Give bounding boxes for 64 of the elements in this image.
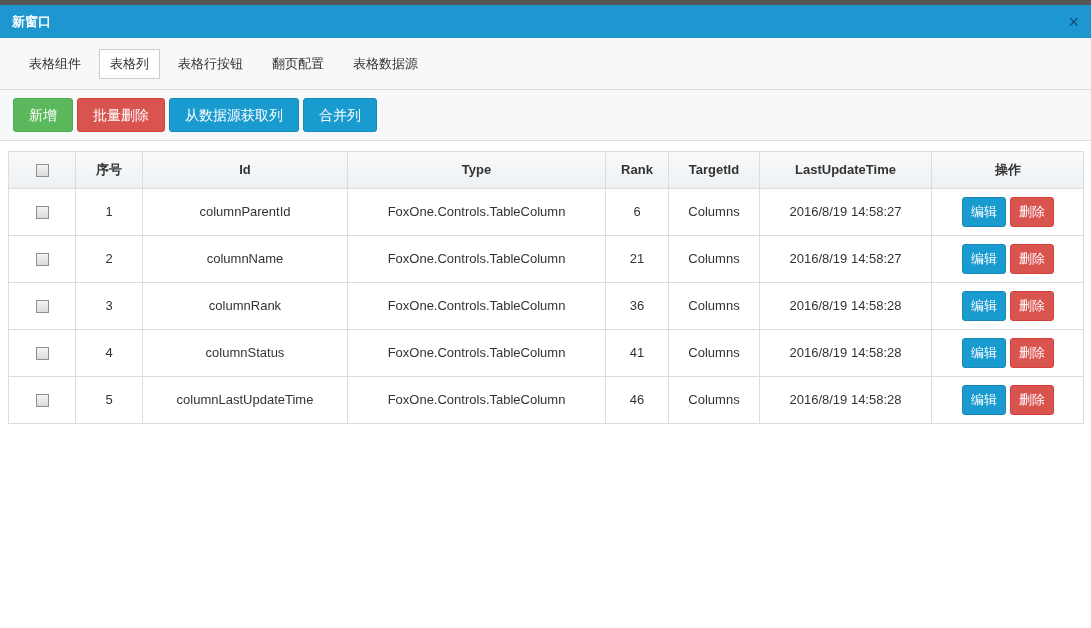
table-cell: 36: [605, 282, 669, 330]
column-header: Id: [142, 151, 348, 189]
column-header: Type: [347, 151, 606, 189]
row-action-button[interactable]: 删除: [1009, 385, 1054, 415]
table-cell: 2: [75, 235, 143, 283]
close-button[interactable]: ×: [1068, 12, 1079, 31]
table-cell: columnParentId: [142, 188, 348, 236]
toolbar-button[interactable]: 新增: [13, 98, 73, 132]
row-action-button[interactable]: 编辑: [961, 197, 1006, 227]
toolbar-button[interactable]: 批量删除: [77, 98, 165, 132]
tab[interactable]: 表格数据源: [342, 48, 429, 79]
table-cell: FoxOne.Controls.TableColumn: [347, 282, 606, 330]
table-cell: 1: [75, 188, 143, 236]
row-action-button[interactable]: 编辑: [961, 244, 1006, 274]
table-cell: 6: [605, 188, 669, 236]
tab[interactable]: 表格组件: [18, 48, 92, 79]
table-cell: FoxOne.Controls.TableColumn: [347, 376, 606, 424]
table-cell: 41: [605, 329, 669, 377]
column-header: TargetId: [668, 151, 760, 189]
table-cell: columnStatus: [142, 329, 348, 377]
table-cell: Columns: [668, 376, 760, 424]
table-cell: Columns: [668, 282, 760, 330]
column-header: Rank: [605, 151, 669, 189]
row-action-button[interactable]: 删除: [1009, 291, 1054, 321]
table-cell: 2016/8/19 14:58:28: [759, 282, 932, 330]
column-header: 操作: [931, 151, 1084, 189]
table-cell: columnName: [142, 235, 348, 283]
tab[interactable]: 翻页配置: [261, 48, 335, 79]
table-cell: 21: [605, 235, 669, 283]
checkbox[interactable]: [35, 252, 49, 266]
checkbox[interactable]: [35, 346, 49, 360]
row-action-button[interactable]: 删除: [1009, 197, 1054, 227]
table-cell: 2016/8/19 14:58:27: [759, 235, 932, 283]
table-cell: 3: [75, 282, 143, 330]
checkbox[interactable]: [35, 205, 49, 219]
row-action-button[interactable]: 删除: [1009, 338, 1054, 368]
table-cell: 5: [75, 376, 143, 424]
row-action-button[interactable]: 编辑: [961, 338, 1006, 368]
checkbox[interactable]: [35, 299, 49, 313]
table-cell: 2016/8/19 14:58:28: [759, 329, 932, 377]
table-cell: FoxOne.Controls.TableColumn: [347, 188, 606, 236]
table-cell: FoxOne.Controls.TableColumn: [347, 235, 606, 283]
table-cell: Columns: [668, 235, 760, 283]
table-cell: 46: [605, 376, 669, 424]
checkbox[interactable]: [35, 163, 49, 177]
table-cell: FoxOne.Controls.TableColumn: [347, 329, 606, 377]
table-cell: 2016/8/19 14:58:27: [759, 188, 932, 236]
table-cell: columnLastUpdateTime: [142, 376, 348, 424]
table-cell: 4: [75, 329, 143, 377]
table-cell: Columns: [668, 329, 760, 377]
column-header: LastUpdateTime: [759, 151, 932, 189]
toolbar-button[interactable]: 合并列: [303, 98, 377, 132]
table-cell: Columns: [668, 188, 760, 236]
row-action-button[interactable]: 编辑: [961, 291, 1006, 321]
checkbox[interactable]: [35, 393, 49, 407]
tab[interactable]: 表格列: [99, 48, 160, 79]
tab[interactable]: 表格行按钮: [167, 48, 254, 79]
window-title: 新窗口: [12, 12, 51, 31]
column-header: 序号: [75, 151, 143, 189]
table-cell: columnRank: [142, 282, 348, 330]
row-action-button[interactable]: 删除: [1009, 244, 1054, 274]
toolbar-button[interactable]: 从数据源获取列: [169, 98, 299, 132]
table-cell: 2016/8/19 14:58:28: [759, 376, 932, 424]
row-action-button[interactable]: 编辑: [961, 385, 1006, 415]
